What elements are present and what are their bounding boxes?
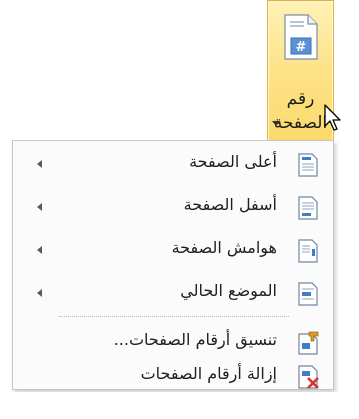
menu-item-label: هوامش الصفحة [171, 238, 277, 257]
menu-item-label: تنسيق أرقام الصفحات... [113, 330, 277, 349]
number-sign-glyph: # [296, 40, 307, 55]
menu-item-label: أسفل الصفحة [183, 195, 277, 214]
menu-item-remove-page-numbers[interactable]: إزالة أرقام الصفحات [15, 356, 331, 396]
menu-item-label: الموضع الحالي [180, 281, 277, 300]
format-page-numbers-icon [298, 331, 319, 355]
submenu-arrow-icon [37, 246, 42, 254]
document-background [12, 392, 359, 419]
chevron-down-icon [272, 121, 280, 126]
remove-page-numbers-icon [298, 365, 319, 389]
menu-item-label: أعلى الصفحة [189, 152, 277, 171]
page-bottom-icon [298, 196, 318, 220]
submenu-arrow-icon [37, 203, 42, 211]
current-position-icon [298, 282, 318, 306]
submenu-arrow-icon [37, 160, 42, 168]
menu-item-page-margins[interactable]: هوامش الصفحة [15, 230, 331, 270]
menu-item-current-position[interactable]: الموضع الحالي [15, 273, 331, 313]
page-number-dropdown-menu: أعلى الصفحة أسفل الصفحة هوامش الصفحة الم… [12, 140, 334, 390]
page-number-document-icon: # [284, 14, 318, 60]
menu-item-bottom-of-page[interactable]: أسفل الصفحة [15, 187, 331, 227]
page-top-icon [298, 153, 318, 177]
word-ribbon-page-number-screen: # رقم الصفحة أعلى الصفحة أسفل الصفحة هوا… [0, 0, 359, 419]
menu-item-label: إزالة أرقام الصفحات [140, 364, 277, 383]
mouse-pointer-icon [324, 104, 341, 131]
submenu-arrow-icon [37, 289, 42, 297]
menu-separator [59, 316, 289, 317]
menu-item-top-of-page[interactable]: أعلى الصفحة [15, 144, 331, 184]
page-margins-icon [298, 239, 318, 263]
